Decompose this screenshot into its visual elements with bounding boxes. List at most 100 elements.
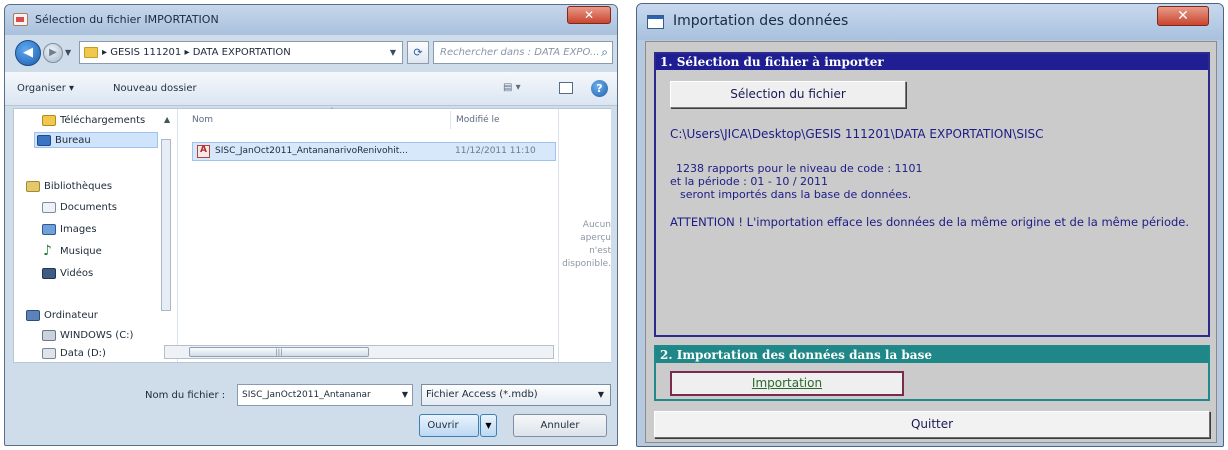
browser-area: Téléchargements ▲ Bureau Bibliothèques D… — [13, 107, 611, 363]
search-icon[interactable]: ⌕ — [601, 42, 608, 63]
nav-label: WINDOWS (C:) — [60, 330, 134, 341]
nav-item-desktop[interactable]: Bureau — [34, 132, 158, 148]
scroll-thumb[interactable]: ||| — [189, 347, 369, 357]
filetype-value: Fichier Access (*.mdb) — [426, 389, 538, 400]
refresh-icon[interactable]: ⟳ — [407, 41, 429, 64]
import-window: Importation des données ✕ 1. Sélection d… — [636, 3, 1224, 447]
close-icon[interactable]: ✕ — [1157, 6, 1209, 26]
help-icon[interactable]: ? — [591, 80, 608, 97]
nav-label: Vidéos — [60, 268, 94, 279]
desktop-icon — [37, 135, 51, 146]
address-bar[interactable]: ▸ GESIS 111201 ▸ DATA EXPORTATION ▼ — [79, 41, 403, 64]
import-titlebar[interactable]: Importation des données ✕ — [637, 4, 1223, 40]
libraries-icon — [26, 181, 40, 192]
downloads-folder-icon — [42, 115, 56, 126]
preview-pane: Aucun aperçu n'est disponible. — [558, 109, 611, 362]
import-form: 1. Sélection du fichier à importer Sélec… — [645, 41, 1217, 443]
file-dialog-title: Sélection du fichier IMPORTATION — [35, 13, 219, 26]
form-icon — [647, 15, 664, 29]
filename-label: Nom du fichier : — [145, 390, 226, 401]
section1-heading: 1. Sélection du fichier à importer — [656, 54, 1208, 70]
report-count-text: 1238 rapports pour le niveau de code : 1… — [676, 162, 923, 175]
organize-menu[interactable]: Organiser ▾ — [17, 83, 74, 94]
cancel-button[interactable]: Annuler — [513, 414, 607, 437]
nav-label: Ordinateur — [44, 310, 98, 321]
selected-file-path: C:\Users\JICA\Desktop\GESIS 111201\DATA … — [670, 127, 1044, 141]
preview-pane-icon[interactable] — [559, 82, 573, 94]
nav-item-computer[interactable]: Ordinateur — [24, 308, 98, 324]
preview-message: Aucun aperçu n'est disponible. — [562, 220, 611, 269]
filename-dropdown-icon[interactable]: ▼ — [399, 385, 408, 405]
column-divider[interactable] — [450, 111, 451, 129]
breadcrumb-separator: ▸ — [102, 47, 108, 58]
quit-button[interactable]: Quitter — [654, 411, 1210, 438]
column-header-name[interactable]: Nom — [192, 115, 213, 125]
search-placeholder: Rechercher dans : DATA EXPO... — [440, 47, 600, 58]
nav-label: Data (D:) — [60, 348, 106, 359]
nav-item-music[interactable]: Musique — [40, 243, 102, 260]
import-window-title: Importation des données — [673, 13, 849, 29]
file-selection-section: 1. Sélection du fichier à importer Sélec… — [654, 52, 1210, 337]
import-button[interactable]: Importation — [670, 371, 904, 396]
sort-indicator-icon: ˄ — [330, 107, 334, 115]
import-button-label: Importation — [751, 376, 823, 390]
address-dropdown-icon[interactable]: ▼ — [390, 42, 396, 63]
folder-icon — [84, 47, 98, 58]
filename-value: SISC_JanOct2011_Antananar — [242, 390, 371, 400]
filetype-dropdown-icon[interactable]: ▼ — [598, 385, 604, 405]
app-icon — [13, 13, 28, 26]
access-file-icon — [197, 145, 210, 158]
drive-icon — [42, 348, 56, 359]
forward-arrow-icon[interactable]: ▶ — [43, 43, 63, 63]
import-section: 2. Importation des données dans la base … — [654, 345, 1210, 401]
nav-label: Images — [60, 224, 97, 235]
nav-item-libraries[interactable]: Bibliothèques — [24, 179, 112, 195]
file-dialog-titlebar[interactable]: Sélection du fichier IMPORTATION ✕ — [5, 5, 617, 35]
nav-item-images[interactable]: Images — [40, 222, 97, 238]
music-icon — [42, 243, 56, 259]
warning-text: ATTENTION ! L'importation efface les don… — [670, 215, 1190, 229]
nav-label: Documents — [60, 202, 118, 213]
search-input[interactable]: Rechercher dans : DATA EXPO... ⌕ — [433, 41, 613, 64]
file-modified-date: 11/12/2011 11:10 — [455, 146, 536, 156]
column-header-modified[interactable]: Modifié le — [456, 115, 500, 125]
drive-icon — [42, 330, 56, 341]
breadcrumb-gesis[interactable]: GESIS 111201 — [110, 47, 181, 58]
nav-item-documents[interactable]: Documents — [40, 200, 117, 216]
address-row: ◀ ▶ ▼ ▸ GESIS 111201 ▸ DATA EXPORTATION … — [5, 35, 617, 71]
images-icon — [42, 224, 56, 235]
nav-item-drive-d[interactable]: Data (D:) — [40, 346, 106, 362]
nav-label: Musique — [60, 246, 102, 257]
navigation-pane: Téléchargements ▲ Bureau Bibliothèques D… — [14, 109, 176, 362]
breadcrumb-data-exportation[interactable]: DATA EXPORTATION — [193, 47, 291, 58]
close-icon[interactable]: ✕ — [567, 6, 611, 24]
file-dialog-window: Sélection du fichier IMPORTATION ✕ ◀ ▶ ▼… — [4, 4, 618, 446]
documents-icon — [42, 202, 56, 213]
new-folder-button[interactable]: Nouveau dossier — [113, 83, 197, 94]
nav-item-downloads[interactable]: Téléchargements — [40, 113, 145, 129]
command-bar: Organiser ▾ Nouveau dossier ▤ ▾ ? — [5, 72, 617, 106]
back-arrow-icon[interactable]: ◀ — [15, 40, 41, 66]
section2-heading: 2. Importation des données dans la base — [656, 347, 1208, 363]
open-button[interactable]: Ouvrir — [419, 414, 479, 437]
open-options-dropdown-icon[interactable]: ▼ — [480, 414, 497, 437]
computer-icon — [26, 310, 40, 321]
filename-field[interactable]: SISC_JanOct2011_Antananar ▼ — [237, 384, 413, 406]
view-options-icon[interactable]: ▤ ▾ — [503, 82, 531, 96]
nav-label: Bibliothèques — [44, 181, 113, 192]
nav-item-drive-c[interactable]: WINDOWS (C:) — [40, 328, 133, 344]
file-name: SISC_JanOct2011_AntananarivoRenivohit... — [215, 146, 408, 156]
nav-label: Bureau — [55, 135, 91, 146]
select-file-button[interactable]: Sélection du fichier — [670, 81, 906, 108]
period-text: et la période : 01 - 10 / 2011 — [670, 175, 829, 188]
filetype-select[interactable]: Fichier Access (*.mdb) ▼ — [421, 384, 611, 406]
nav-item-videos[interactable]: Vidéos — [40, 266, 93, 282]
history-dropdown-icon[interactable]: ▼ — [65, 48, 71, 57]
file-list: Nom ˄ Modifié le SISC_JanOct2011_Antanan… — [177, 107, 557, 362]
nav-scrollbar[interactable] — [161, 139, 171, 311]
horizontal-scrollbar[interactable]: ||| — [164, 345, 554, 359]
file-row[interactable]: SISC_JanOct2011_AntananarivoRenivohit...… — [192, 142, 556, 161]
scroll-up-icon[interactable]: ▲ — [164, 115, 170, 124]
videos-icon — [42, 268, 56, 279]
import-note-text: seront importés dans la base de données. — [680, 188, 912, 201]
